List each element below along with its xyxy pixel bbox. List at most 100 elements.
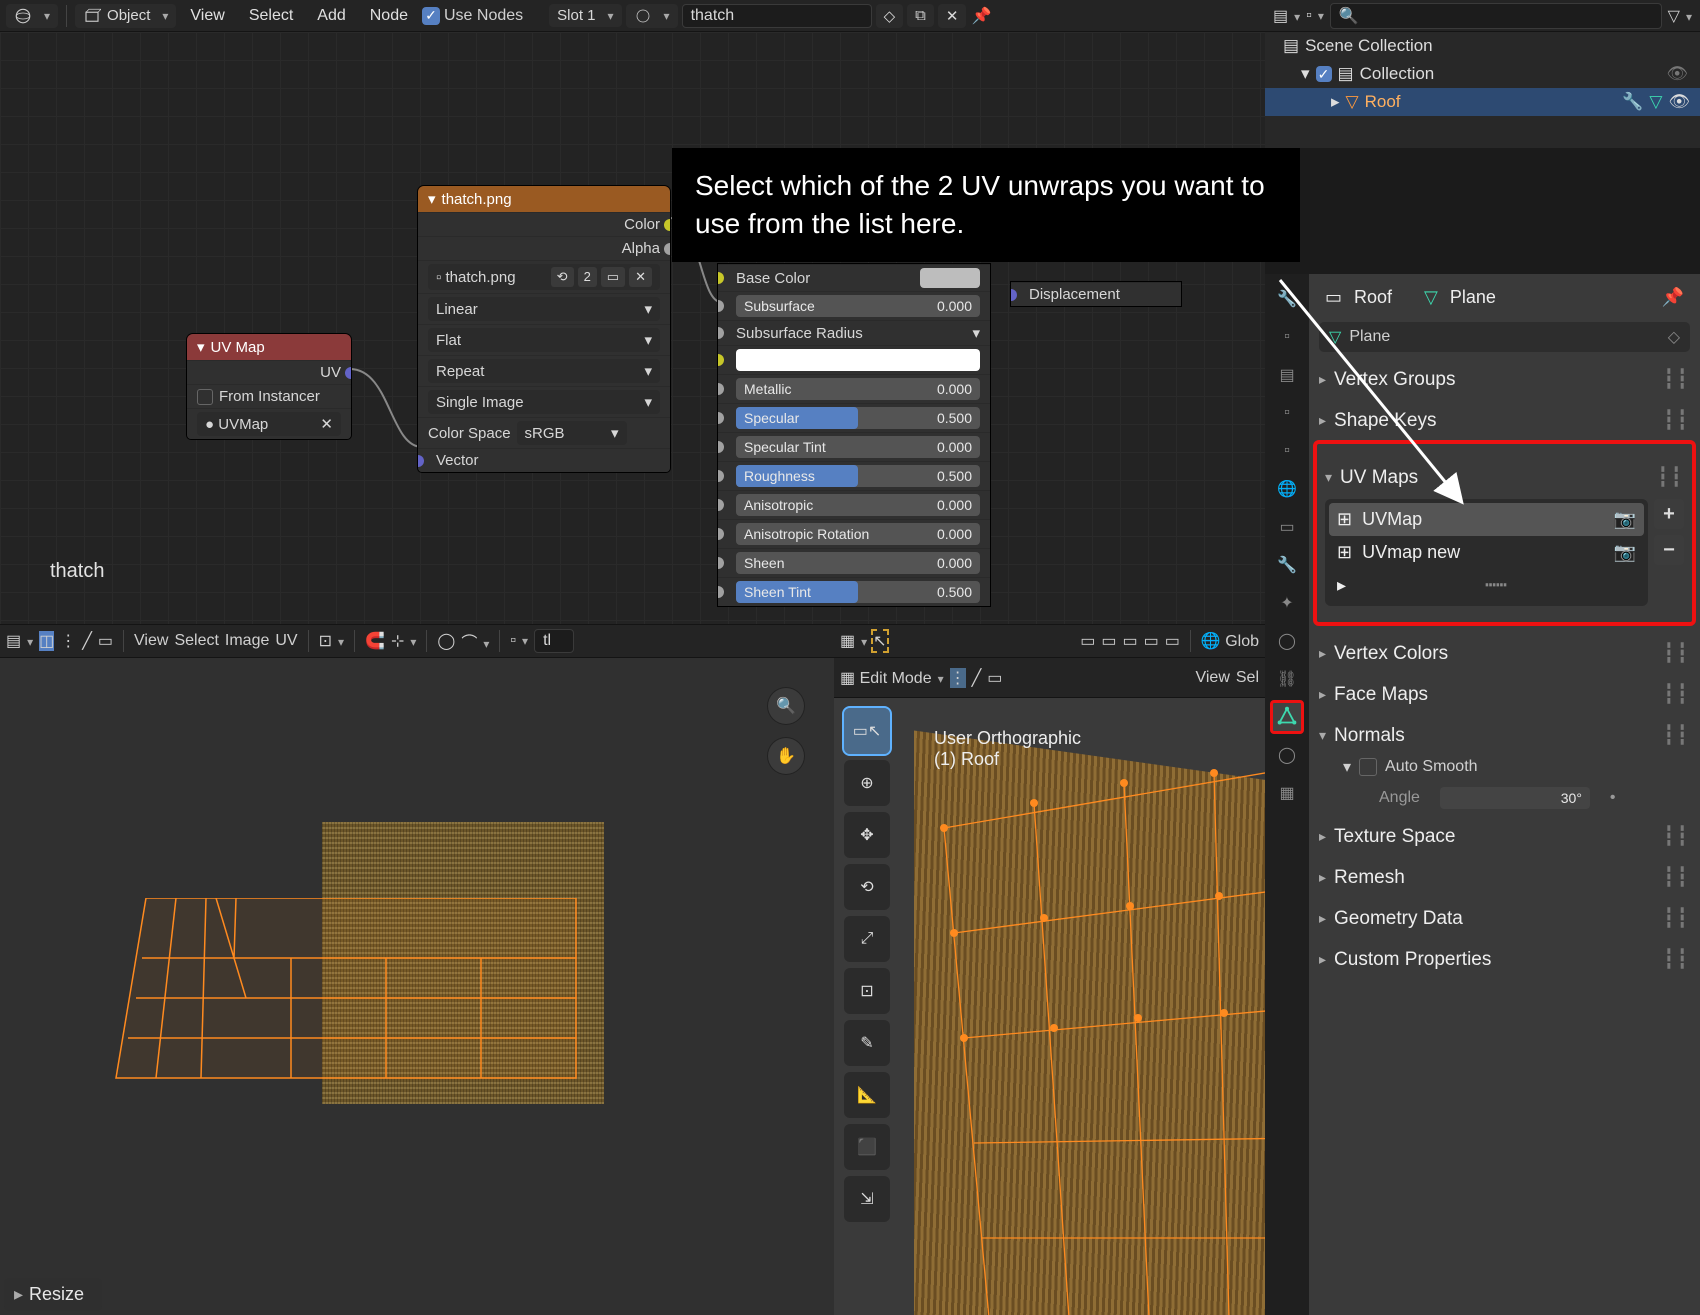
tab-constraint[interactable]: ⛓ bbox=[1270, 662, 1304, 696]
outliner-display[interactable]: ▫ bbox=[1306, 7, 1324, 25]
colorspace-dropdown[interactable]: sRGB▾ bbox=[517, 421, 627, 445]
tool-extrude[interactable]: ⇲ bbox=[844, 1176, 890, 1222]
icon-users[interactable]: 2 bbox=[578, 267, 597, 287]
socket-dot[interactable] bbox=[718, 441, 724, 453]
gizmo-btn-4[interactable]: ▭ bbox=[1144, 631, 1159, 651]
shield-icon[interactable]: ◇ bbox=[1668, 327, 1680, 347]
pin-button[interactable]: 📌 bbox=[970, 5, 992, 27]
tool-scale[interactable]: ⤢ bbox=[844, 916, 890, 962]
value-slider[interactable]: Anisotropic Rotation0.000 bbox=[736, 523, 980, 545]
camera-icon[interactable]: 📷 bbox=[1614, 542, 1636, 563]
tab-modifier[interactable]: 🔧 bbox=[1270, 548, 1304, 582]
value-slider[interactable]: Subsurface0.000 bbox=[736, 295, 980, 317]
menu-select[interactable]: Select bbox=[239, 4, 303, 28]
section-normals[interactable]: Normals┇┇ ▾ Auto Smooth Angle 30° • bbox=[1319, 722, 1690, 809]
icon-unlink[interactable]: ✕ bbox=[629, 267, 652, 287]
angle-slider[interactable]: 30° bbox=[1440, 787, 1590, 809]
mode-dropdown[interactable]: Object bbox=[75, 4, 176, 28]
menu-select[interactable]: Select bbox=[174, 632, 218, 650]
socket-dot[interactable] bbox=[718, 300, 724, 312]
editor-type-button[interactable] bbox=[6, 4, 58, 28]
ext-dropdown[interactable]: Repeat▾ bbox=[428, 359, 660, 383]
outliner-row-roof[interactable]: ▸ ▽ Roof 🔧 ▽ 👁 bbox=[1265, 88, 1700, 116]
selmode-vert[interactable]: ⋮ bbox=[950, 668, 966, 688]
bsdf-row[interactable]: Specular0.500 bbox=[718, 403, 990, 432]
bsdf-row[interactable]: Base Color bbox=[718, 264, 990, 291]
tool-add-cube[interactable]: ⬛ bbox=[844, 1124, 890, 1170]
gizmo-btn-5[interactable]: ▭ bbox=[1165, 631, 1180, 651]
tab-mesh-data[interactable] bbox=[1270, 700, 1304, 734]
tool-rotate[interactable]: ⟲ bbox=[844, 864, 890, 910]
zoom-icon[interactable]: 🔍 bbox=[768, 688, 804, 724]
socket-dot[interactable] bbox=[418, 455, 424, 467]
value-slider[interactable]: Metallic0.000 bbox=[736, 378, 980, 400]
socket-dot[interactable] bbox=[718, 272, 724, 284]
bsdf-row[interactable]: Subsurface Radius▾ bbox=[718, 320, 990, 345]
menu-view[interactable]: View bbox=[180, 4, 234, 28]
socket-dot[interactable] bbox=[718, 557, 724, 569]
bsdf-row[interactable]: Metallic0.000 bbox=[718, 374, 990, 403]
tool-annotate[interactable]: ✎ bbox=[844, 1020, 890, 1066]
section-geometry-data[interactable]: Geometry Data┇┇ bbox=[1319, 905, 1690, 932]
editor-type-button[interactable]: ▤ bbox=[6, 631, 33, 651]
bsdf-row[interactable]: Roughness0.500 bbox=[718, 461, 990, 490]
prop-edit-button[interactable]: ◯ bbox=[437, 631, 455, 651]
socket-dot[interactable] bbox=[718, 327, 724, 339]
socket-dot[interactable] bbox=[718, 586, 724, 598]
bsdf-row[interactable]: Subsurface Color bbox=[718, 345, 990, 374]
snap-button[interactable]: 🧲 bbox=[365, 631, 385, 651]
selmode-face[interactable]: ▭ bbox=[987, 668, 1002, 688]
material-copy-button[interactable]: ⧉ bbox=[907, 4, 934, 27]
eye-icon[interactable]: 👁 bbox=[1668, 92, 1690, 112]
section-vertex-colors[interactable]: Vertex Colors┇┇ bbox=[1319, 640, 1690, 667]
tool-cursor-button[interactable]: ↖ bbox=[873, 631, 886, 651]
from-instancer-checkbox[interactable] bbox=[197, 389, 213, 405]
menu-select[interactable]: Sel bbox=[1236, 669, 1259, 687]
slot-dropdown[interactable]: Slot 1 bbox=[549, 4, 621, 27]
node-editor[interactable]: thatch ▾UV Map UV From Instancer ● UVMap… bbox=[0, 32, 1265, 624]
icon-open[interactable]: ▭ bbox=[601, 267, 625, 287]
menu-image[interactable]: Image bbox=[225, 632, 269, 650]
source-dropdown[interactable]: Single Image▾ bbox=[428, 390, 660, 414]
selmode-edge[interactable]: ╱ bbox=[82, 631, 92, 651]
value-slider[interactable]: Specular0.500 bbox=[736, 407, 980, 429]
pin-button[interactable]: 📌 bbox=[1662, 286, 1684, 308]
menu-view[interactable]: View bbox=[1195, 669, 1229, 687]
eye-icon[interactable]: 👁 bbox=[1666, 64, 1690, 84]
bsdf-row[interactable]: Anisotropic Rotation0.000 bbox=[718, 519, 990, 548]
chevron-down-icon[interactable]: ▾ bbox=[972, 324, 980, 342]
value-slider[interactable]: Roughness0.500 bbox=[736, 465, 980, 487]
material-browse-button[interactable] bbox=[626, 4, 678, 28]
node-material-output[interactable]: Displacement bbox=[1011, 282, 1181, 306]
add-uvmap-button[interactable]: + bbox=[1654, 499, 1684, 529]
node-uvmap[interactable]: ▾UV Map UV From Instancer ● UVMap✕ bbox=[187, 334, 351, 439]
tab-physics[interactable]: ◯ bbox=[1270, 624, 1304, 658]
socket-dot[interactable] bbox=[718, 499, 724, 511]
color-chip[interactable] bbox=[920, 268, 980, 288]
tab-object[interactable]: ▭ bbox=[1270, 510, 1304, 544]
icon-reload[interactable]: ⟲ bbox=[551, 267, 574, 287]
menu-add[interactable]: Add bbox=[307, 4, 355, 28]
socket-dot[interactable] bbox=[345, 367, 351, 379]
node-principled-bsdf[interactable]: Base Color Subsurface0.000 Subsurface Radi… bbox=[718, 264, 990, 606]
material-unlink-button[interactable]: ✕ bbox=[938, 4, 967, 28]
list-expand[interactable]: ▸┅┅ bbox=[1329, 569, 1644, 602]
uv-map-item[interactable]: ⊞ UVmap new 📷 bbox=[1329, 536, 1644, 569]
outliner-row-collection[interactable]: ▾✓▤ Collection 👁 bbox=[1265, 60, 1700, 88]
gizmo-btn-3[interactable]: ▭ bbox=[1122, 631, 1137, 651]
tool-move[interactable]: ✥ bbox=[844, 812, 890, 858]
socket-dot[interactable] bbox=[718, 528, 724, 540]
socket-dot[interactable] bbox=[1011, 289, 1017, 301]
value-slider[interactable]: Anisotropic0.000 bbox=[736, 494, 980, 516]
interp-dropdown[interactable]: Linear▾ bbox=[428, 297, 660, 321]
section-remesh[interactable]: Remesh┇┇ bbox=[1319, 864, 1690, 891]
section-face-maps[interactable]: Face Maps┇┇ bbox=[1319, 681, 1690, 708]
modifier-icon[interactable]: 🔧 bbox=[1622, 92, 1643, 112]
socket-dot[interactable] bbox=[718, 354, 724, 366]
uv-maps-list[interactable]: ⊞ UVMap 📷 ⊞ UVmap new 📷 ▸┅┅ bbox=[1325, 499, 1648, 606]
selmode-vert[interactable]: ⋮ bbox=[60, 631, 76, 651]
gizmo-btn-1[interactable]: ▭ bbox=[1080, 631, 1095, 651]
value-slider[interactable]: Sheen0.000 bbox=[736, 552, 980, 574]
tool-measure[interactable]: 📐 bbox=[844, 1072, 890, 1118]
mode-dropdown[interactable]: ▦ Edit Mode bbox=[840, 668, 944, 688]
